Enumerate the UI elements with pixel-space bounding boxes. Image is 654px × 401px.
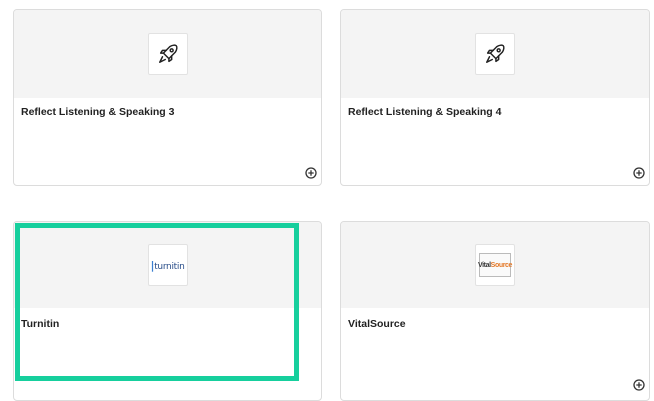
tool-card-reflect-4[interactable]: Reflect Listening & Speaking 4 [340, 9, 650, 186]
card-title: Reflect Listening & Speaking 3 [21, 106, 175, 118]
tool-card-turnitin[interactable]: |turnitin Turnitin [13, 221, 322, 401]
rocket-icon [475, 33, 515, 75]
vitalsource-logo: Vital Source [478, 253, 512, 277]
add-circle-icon[interactable] [633, 379, 645, 391]
card-title: VitalSource [348, 318, 406, 330]
tool-card-vitalsource[interactable]: Vital Source VitalSource [340, 221, 650, 401]
add-circle-icon[interactable] [633, 167, 645, 179]
add-circle-icon[interactable] [305, 167, 317, 179]
card-title: Reflect Listening & Speaking 4 [348, 106, 502, 118]
tool-card-reflect-3[interactable]: Reflect Listening & Speaking 3 [13, 9, 322, 186]
card-title: Turnitin [21, 318, 60, 330]
vitalsource-logo-icon: Vital Source [475, 244, 515, 286]
turnitin-logo-text: |turnitin [150, 258, 185, 272]
turnitin-logo-icon: |turnitin [147, 244, 188, 286]
rocket-icon [147, 33, 188, 75]
